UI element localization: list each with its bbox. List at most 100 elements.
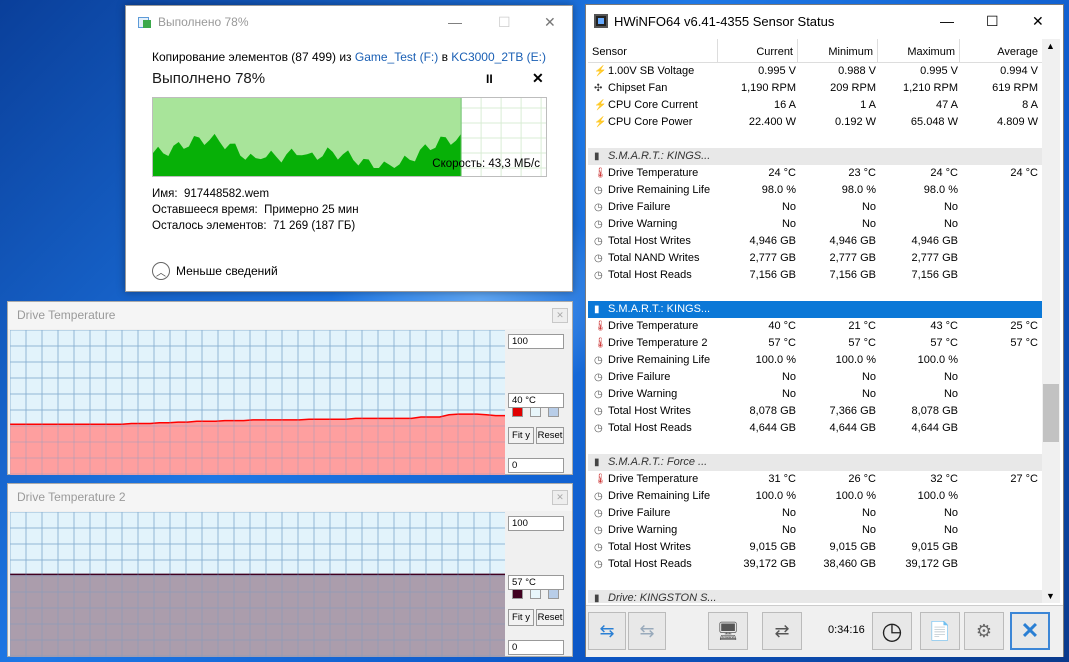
minimum-value: No	[861, 218, 876, 230]
maximum-value: 39,172 GB	[905, 558, 958, 570]
arrows-icon: ⇆	[599, 620, 615, 641]
temperature-plot	[10, 330, 505, 475]
sensor-row[interactable]: ◷ Drive Failure No No No	[588, 369, 1042, 386]
minimum-value: 1 A	[860, 99, 876, 111]
sensor-row[interactable]: ◷ Total Host Reads 4,644 GB 4,644 GB 4,644 G…	[588, 420, 1042, 437]
sensor-name: Total Host Writes	[608, 405, 691, 417]
sensor-row[interactable]: ✣ Chipset Fan 1,190 RPM 209 RPM 1,210 RPM 619…	[588, 80, 1042, 97]
vertical-scrollbar[interactable]: ▲ ▼	[1042, 39, 1060, 603]
scroll-up-icon[interactable]: ▲	[1046, 41, 1055, 51]
gauge-icon: ◷	[594, 423, 603, 434]
col-minimum[interactable]: Minimum	[798, 39, 878, 62]
drive-icon: ▮	[594, 593, 600, 603]
sensor-row[interactable]: ◷ Total Host Writes 4,946 GB 4,946 GB 4,946 …	[588, 233, 1042, 250]
cancel-button[interactable]: ✕	[532, 70, 544, 87]
network-button[interactable]: ⇄	[762, 612, 802, 650]
col-sensor[interactable]: Sensor	[588, 39, 718, 62]
close-sensors-button[interactable]: ✕	[1010, 612, 1050, 650]
sensor-group-row[interactable]: ▮ S.M.A.R.T.: KINGS...	[588, 148, 1042, 165]
sensor-row[interactable]: ◷ Drive Remaining Life 100.0 % 100.0 % 100.0…	[588, 488, 1042, 505]
reset-button[interactable]: Reset	[536, 427, 564, 444]
col-maximum[interactable]: Maximum	[878, 39, 960, 62]
close-icon[interactable]: ✕	[552, 490, 568, 505]
current-value: No	[781, 371, 796, 383]
sensor-group-row[interactable]: ▮ Drive: KINGSTON S...	[588, 590, 1042, 603]
gauge-icon: ◷	[594, 525, 603, 536]
sensor-row[interactable]: 🌡 Drive Temperature 40 °C 21 °C 43 °C 25 °C	[588, 318, 1042, 335]
col-average[interactable]: Average	[960, 39, 1042, 62]
switch-layout-button[interactable]: ⇆	[588, 612, 626, 650]
fit-y-button[interactable]: Fit y	[508, 427, 534, 444]
temperature-plot-svg	[10, 330, 505, 475]
maximum-value: 0.995 V	[920, 65, 958, 77]
sensor-row[interactable]: ⚡ CPU Core Current 16 A 1 A 47 A 8 A	[588, 97, 1042, 114]
minimum-value: No	[861, 388, 876, 400]
source-link[interactable]: Game_Test (F:)	[355, 50, 438, 64]
time-label: Оставшееся время:	[152, 204, 258, 216]
sensor-name: CPU Core Current	[608, 99, 698, 111]
collapse-button[interactable]: ⇆	[628, 612, 666, 650]
current-value: 100.0 %	[755, 354, 796, 366]
sensor-row[interactable]: ◷ Drive Warning No No No	[588, 386, 1042, 403]
pause-button[interactable]: II	[486, 72, 493, 86]
sensor-row[interactable]: 🌡 Drive Temperature 2 57 °C 57 °C 57 °C 57 °C	[588, 335, 1042, 352]
minimize-icon[interactable]: —	[448, 14, 462, 30]
temperature-plot	[10, 512, 505, 657]
scroll-thumb[interactable]	[1043, 384, 1059, 442]
sensor-row[interactable]: ◷ Drive Remaining Life 98.0 % 98.0 % 98.0 %	[588, 182, 1042, 199]
sensor-row[interactable]: ◷ Total NAND Writes 2,777 GB 2,777 GB 2,777 …	[588, 250, 1042, 267]
sensor-row[interactable]: ⚡ 1.00V SB Voltage 0.995 V 0.988 V 0.995 V 0.…	[588, 63, 1042, 80]
hwinfo-titlebar: HWiNFO64 v6.41-4355 Sensor Status — ☐ ✕	[586, 5, 1063, 37]
reset-clock-button[interactable]: ◷	[872, 612, 912, 650]
sensor-row[interactable]: 🌡 Drive Temperature 31 °C 26 °C 32 °C 27 °C	[588, 471, 1042, 488]
current-value: No	[781, 388, 796, 400]
plot-controls: 100 57 °C Fit y Reset 0	[508, 512, 568, 657]
sensor-row[interactable]: ◷ Total Host Writes 8,078 GB 7,366 GB 8,078 …	[588, 403, 1042, 420]
sensor-name: Total Host Writes	[608, 235, 691, 247]
report-button[interactable]: 🖥	[708, 612, 748, 650]
sensor-row[interactable]: ◷ Drive Warning No No No	[588, 522, 1042, 539]
window-title: Drive Temperature	[8, 302, 572, 329]
sensor-row[interactable]: ◷ Total Host Reads 7,156 GB 7,156 GB 7,156 G…	[588, 267, 1042, 284]
reset-button[interactable]: Reset	[536, 609, 564, 626]
sensor-row[interactable]: ◷ Drive Failure No No No	[588, 505, 1042, 522]
fan-icon: ✣	[594, 83, 603, 94]
average-value: 619 RPM	[992, 82, 1038, 94]
sensor-row[interactable]: ◷ Total Host Writes 9,015 GB 9,015 GB 9,015 …	[588, 539, 1042, 556]
close-icon[interactable]: ✕	[552, 308, 568, 323]
arrows-disabled-icon: ⇆	[639, 620, 655, 641]
col-current[interactable]: Current	[718, 39, 798, 62]
maximize-icon[interactable]: ☐	[986, 13, 999, 30]
sensor-row[interactable]: ◷ Drive Warning No No No	[588, 216, 1042, 233]
minimum-value: 7,156 GB	[829, 269, 876, 281]
minimum-value: 100.0 %	[835, 490, 876, 502]
sensor-row[interactable]: ◷ Drive Failure No No No	[588, 199, 1042, 216]
elapsed-time: 0:34:16	[828, 624, 865, 636]
fit-y-button[interactable]: Fit y	[508, 609, 534, 626]
gauge-icon: ◷	[594, 236, 603, 247]
sensor-name: Drive Temperature 2	[608, 337, 708, 349]
sensor-row[interactable]: 🌡 Drive Temperature 24 °C 23 °C 24 °C 24 °C	[588, 165, 1042, 182]
sensor-group-row[interactable]: ▮ S.M.A.R.T.: KINGS...	[588, 301, 1042, 318]
transfer-graph: Скорость: 43,3 МБ/с	[152, 97, 547, 177]
less-details-button[interactable]: ︿ Меньше сведений	[152, 262, 278, 280]
destination-link[interactable]: KC3000_2TB (E:)	[451, 50, 546, 64]
average-value: 4.809 W	[997, 116, 1038, 128]
thermometer-icon: 🌡	[594, 474, 607, 485]
close-icon[interactable]: ✕	[544, 14, 556, 31]
gauge-icon: ◷	[594, 406, 603, 417]
average-value: 8 A	[1022, 99, 1038, 111]
sensor-row[interactable]: ⚡ CPU Core Power 22.400 W 0.192 W 65.048 W 4.…	[588, 114, 1042, 131]
items-value: 71 269 (187 ГБ)	[273, 220, 356, 232]
scroll-down-icon[interactable]: ▼	[1046, 591, 1055, 601]
minimize-icon[interactable]: —	[940, 13, 954, 29]
bolt-icon: ⚡	[594, 117, 607, 128]
close-icon[interactable]: ✕	[1032, 13, 1044, 30]
minimum-value: 7,366 GB	[829, 405, 876, 417]
settings-button[interactable]: ⚙	[964, 612, 1004, 650]
maximum-value: No	[943, 507, 958, 519]
sensor-group-row[interactable]: ▮ S.M.A.R.T.: Force ...	[588, 454, 1042, 471]
logging-button[interactable]: 📄	[920, 612, 960, 650]
sensor-row[interactable]: ◷ Drive Remaining Life 100.0 % 100.0 % 100.0…	[588, 352, 1042, 369]
sensor-row[interactable]: ◷ Total Host Reads 39,172 GB 38,460 GB 39,17…	[588, 556, 1042, 573]
